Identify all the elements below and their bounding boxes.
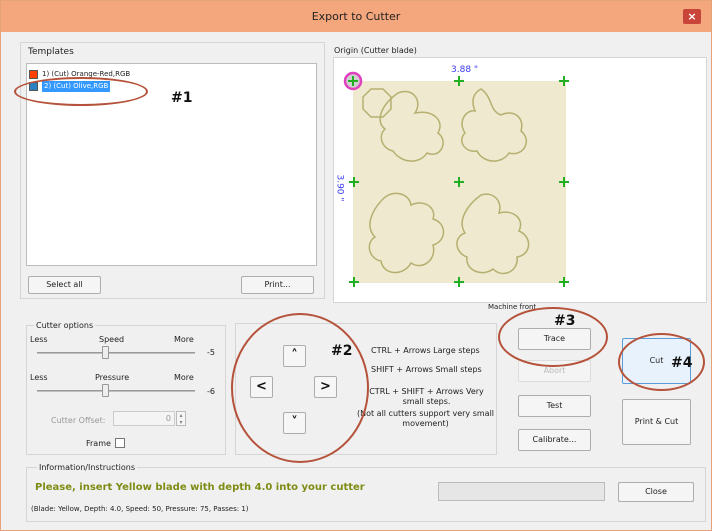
annotation-circle-2 xyxy=(231,313,369,463)
cutter-offset-label: Cutter Offset: xyxy=(51,416,106,425)
template-color-swatch xyxy=(29,70,38,79)
pressure-less-label: Less xyxy=(30,373,48,382)
frame-label: Frame xyxy=(86,439,111,448)
templates-label: Templates xyxy=(28,47,74,57)
export-to-cutter-dialog: Export to Cutter × Templates 1) (Cut) Or… xyxy=(0,0,712,531)
help-very-small-steps: CTRL + SHIFT + Arrows Very small steps. xyxy=(369,387,484,406)
pressure-label: Pressure xyxy=(95,373,130,382)
help-cutter-support: (Not all cutters support very small move… xyxy=(356,409,495,428)
preview-label: Origin (Cutter blade) xyxy=(334,46,417,55)
width-dimension: 3.88 " xyxy=(451,65,479,75)
test-button[interactable]: Test xyxy=(518,395,591,417)
pressure-value: -6 xyxy=(207,387,215,396)
origin-marker[interactable] xyxy=(342,70,364,92)
design-shapes xyxy=(362,88,530,275)
annotation-label-4: #4 xyxy=(671,355,693,371)
design-panel xyxy=(353,81,566,283)
cutter-offset-spinner[interactable]: ▴ ▾ xyxy=(176,411,186,426)
speed-value: -5 xyxy=(207,348,215,357)
speed-less-label: Less xyxy=(30,335,48,344)
speed-slider-track[interactable] xyxy=(37,352,195,354)
cut-shape-bottom-left xyxy=(368,192,445,274)
cut-shape-top-right xyxy=(461,88,527,162)
cutter-offset-input[interactable]: 0 xyxy=(113,411,175,426)
help-large-steps: CTRL + Arrows Large steps xyxy=(371,346,480,355)
speed-slider-thumb[interactable] xyxy=(102,346,109,359)
pressure-more-label: More xyxy=(174,373,194,382)
cut-shape-bottom-right xyxy=(456,193,530,275)
title-bar[interactable]: Export to Cutter × xyxy=(1,1,711,32)
information-label: Information/Instructions xyxy=(37,463,137,472)
height-dimension: 3.90 " xyxy=(334,174,345,202)
print-button[interactable]: Print... xyxy=(241,276,314,294)
frame-checkbox[interactable] xyxy=(115,438,125,448)
close-window-button[interactable]: × xyxy=(683,9,701,24)
cut-shape-top-left xyxy=(379,90,444,162)
annotation-circle-3 xyxy=(498,307,608,367)
cutter-options-label: Cutter options xyxy=(34,321,96,330)
select-all-button[interactable]: Select all xyxy=(28,276,101,294)
annotation-label-2: #2 xyxy=(331,343,353,359)
print-and-cut-button[interactable]: Print & Cut xyxy=(622,399,691,445)
annotation-label-3: #3 xyxy=(554,313,576,329)
annotation-label-1: #1 xyxy=(171,90,193,106)
speed-more-label: More xyxy=(174,335,194,344)
pressure-slider-track[interactable] xyxy=(37,390,195,392)
calibrate-button[interactable]: Calibrate... xyxy=(518,429,591,451)
annotation-circle-1 xyxy=(14,77,148,106)
instruction-message: Please, insert Yellow blade with depth 4… xyxy=(35,482,365,493)
blade-details: (Blade: Yellow, Depth: 4.0, Speed: 50, P… xyxy=(31,505,249,513)
help-small-steps: SHIFT + Arrows Small steps xyxy=(371,365,482,374)
close-button[interactable]: Close xyxy=(618,482,694,502)
progress-bar xyxy=(438,482,605,501)
window-title: Export to Cutter xyxy=(311,10,401,23)
pressure-slider-thumb[interactable] xyxy=(102,384,109,397)
speed-label: Speed xyxy=(99,335,125,344)
